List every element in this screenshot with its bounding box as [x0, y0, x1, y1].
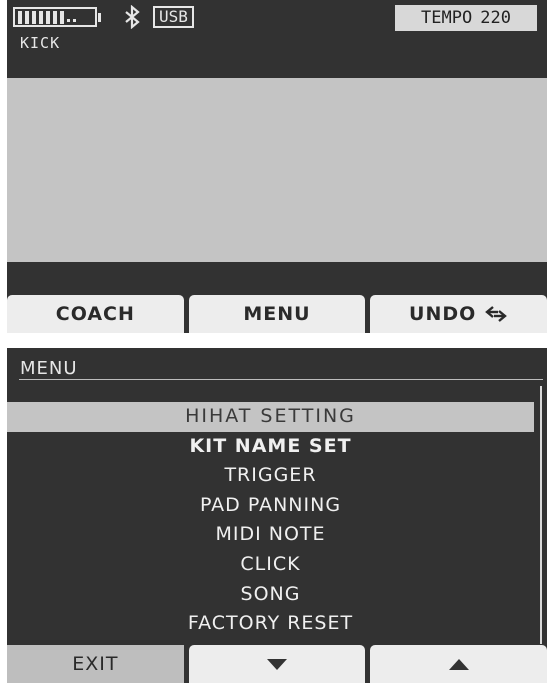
- scroll-up-button[interactable]: [370, 645, 547, 683]
- menu-item-midi-note[interactable]: MIDI NOTE: [7, 520, 534, 550]
- exit-button-label: EXIT: [72, 653, 119, 675]
- undo-button[interactable]: UNDO: [370, 295, 547, 333]
- menu-item-hihat-setting[interactable]: HIHAT SETTING: [7, 402, 534, 432]
- main-screen: USB KICK TEMPO 220 COACH MENU UNDO: [7, 0, 547, 333]
- menu-title-divider: [19, 379, 543, 380]
- menu-title: MENU: [20, 358, 78, 379]
- usb-badge: USB: [153, 6, 194, 28]
- status-bar: USB KICK TEMPO 220: [7, 0, 547, 78]
- menu-item-factory-reset[interactable]: FACTORY RESET: [7, 609, 534, 639]
- undo-arrow-icon: [485, 306, 508, 322]
- coach-button-label: COACH: [55, 303, 135, 325]
- scroll-down-button[interactable]: [188, 645, 366, 683]
- menu-item-trigger[interactable]: TRIGGER: [7, 461, 534, 491]
- menu-scrollbar[interactable]: [540, 386, 542, 644]
- display-area: [7, 78, 547, 262]
- tempo-display[interactable]: TEMPO 220: [395, 5, 537, 31]
- exit-button[interactable]: EXIT: [7, 645, 184, 683]
- menu-button[interactable]: MENU: [188, 295, 366, 333]
- menu-item-click[interactable]: CLICK: [7, 550, 534, 580]
- softkey-row: COACH MENU UNDO: [7, 295, 547, 333]
- menu-screen: MENU HIHAT SETTING KIT NAME SET TRIGGER …: [7, 348, 547, 683]
- menu-item-pad-panning[interactable]: PAD PANNING: [7, 491, 534, 521]
- instrument-label: KICK: [20, 34, 61, 52]
- menu-list: HIHAT SETTING KIT NAME SET TRIGGER PAD P…: [7, 402, 534, 639]
- tempo-label: TEMPO: [421, 8, 473, 28]
- battery-icon: [13, 6, 113, 28]
- menu-button-label: MENU: [243, 303, 311, 325]
- undo-button-label: UNDO: [409, 303, 477, 325]
- tempo-value: 220: [480, 8, 511, 28]
- coach-button[interactable]: COACH: [7, 295, 184, 333]
- bluetooth-icon: [125, 5, 140, 29]
- arrow-down-icon: [267, 658, 287, 670]
- menu-item-kit-name-set[interactable]: KIT NAME SET: [7, 432, 534, 462]
- menu-item-song[interactable]: SONG: [7, 580, 534, 610]
- arrow-up-icon: [448, 658, 469, 670]
- menu-softkey-row: EXIT: [7, 645, 547, 683]
